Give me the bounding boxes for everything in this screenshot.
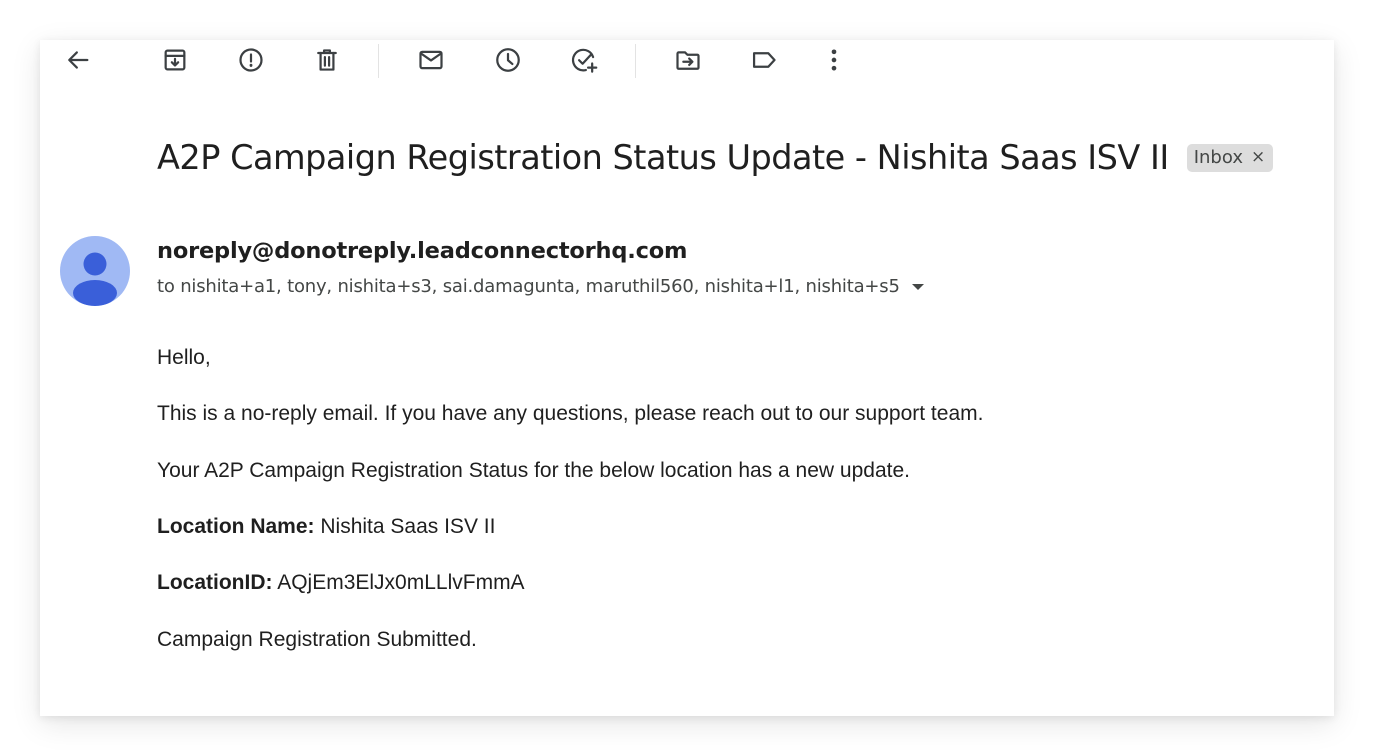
back-button[interactable] [61,43,95,77]
body-line-update: Your A2P Campaign Registration Status fo… [157,459,910,482]
remove-label-button[interactable]: × [1251,147,1265,167]
label-icon [752,52,776,68]
label-chip-inbox[interactable]: Inbox × [1186,143,1274,172]
body-status: Campaign Registration Submitted. [157,628,477,651]
snooze-button[interactable] [491,43,525,77]
location-id-label: LocationID: [157,571,273,594]
delete-button[interactable] [310,43,344,77]
email-subject: A2P Campaign Registration Status Update … [157,138,1169,177]
toolbar-divider [635,44,636,78]
show-details-dropdown-icon[interactable] [911,283,924,290]
recipients-line: to nishita+a1, tony, nishita+s3, sai.dam… [157,276,924,297]
location-name-value: Nishita Saas ISV II [320,515,496,538]
archive-button[interactable] [158,43,192,77]
add-to-tasks-button[interactable] [567,43,601,77]
recipients-list: to nishita+a1, tony, nishita+s3, sai.dam… [157,276,900,297]
move-to-folder-icon [676,51,700,70]
label-chip-text: Inbox [1193,146,1243,168]
report-spam-button[interactable] [234,43,268,77]
body-greeting: Hello, [157,346,211,369]
toolbar-divider [378,44,379,78]
location-name-label: Location Name: [157,515,315,538]
person-icon [73,252,117,306]
body-location-id: LocationID: AQjEm3ElJx0mLLlvFmmA [157,571,525,595]
clock-icon [496,48,520,72]
add-task-icon [571,48,598,73]
email-view: A2P Campaign Registration Status Update … [40,40,1334,716]
body-line-noreply: This is a no-reply email. If you have an… [157,402,984,425]
labels-button[interactable] [747,43,781,77]
more-button[interactable] [817,43,851,77]
email-subject-row: A2P Campaign Registration Status Update … [157,138,1274,177]
move-to-button[interactable] [671,43,705,77]
avatar[interactable] [60,236,130,306]
mark-unread-button[interactable] [414,43,448,77]
sender-address[interactable]: noreply@donotreply.leadconnectorhq.com [157,238,687,264]
location-id-value: AQjEm3ElJx0mLLlvFmmA [277,571,525,594]
email-toolbar [40,40,1334,86]
archive-icon [164,49,186,71]
body-location-name: Location Name: Nishita Saas ISV II [157,515,495,539]
mail-icon [419,50,443,70]
report-spam-icon [239,48,263,72]
arrow-left-icon [68,51,89,69]
trash-icon [317,49,337,71]
more-vert-icon [831,49,837,71]
